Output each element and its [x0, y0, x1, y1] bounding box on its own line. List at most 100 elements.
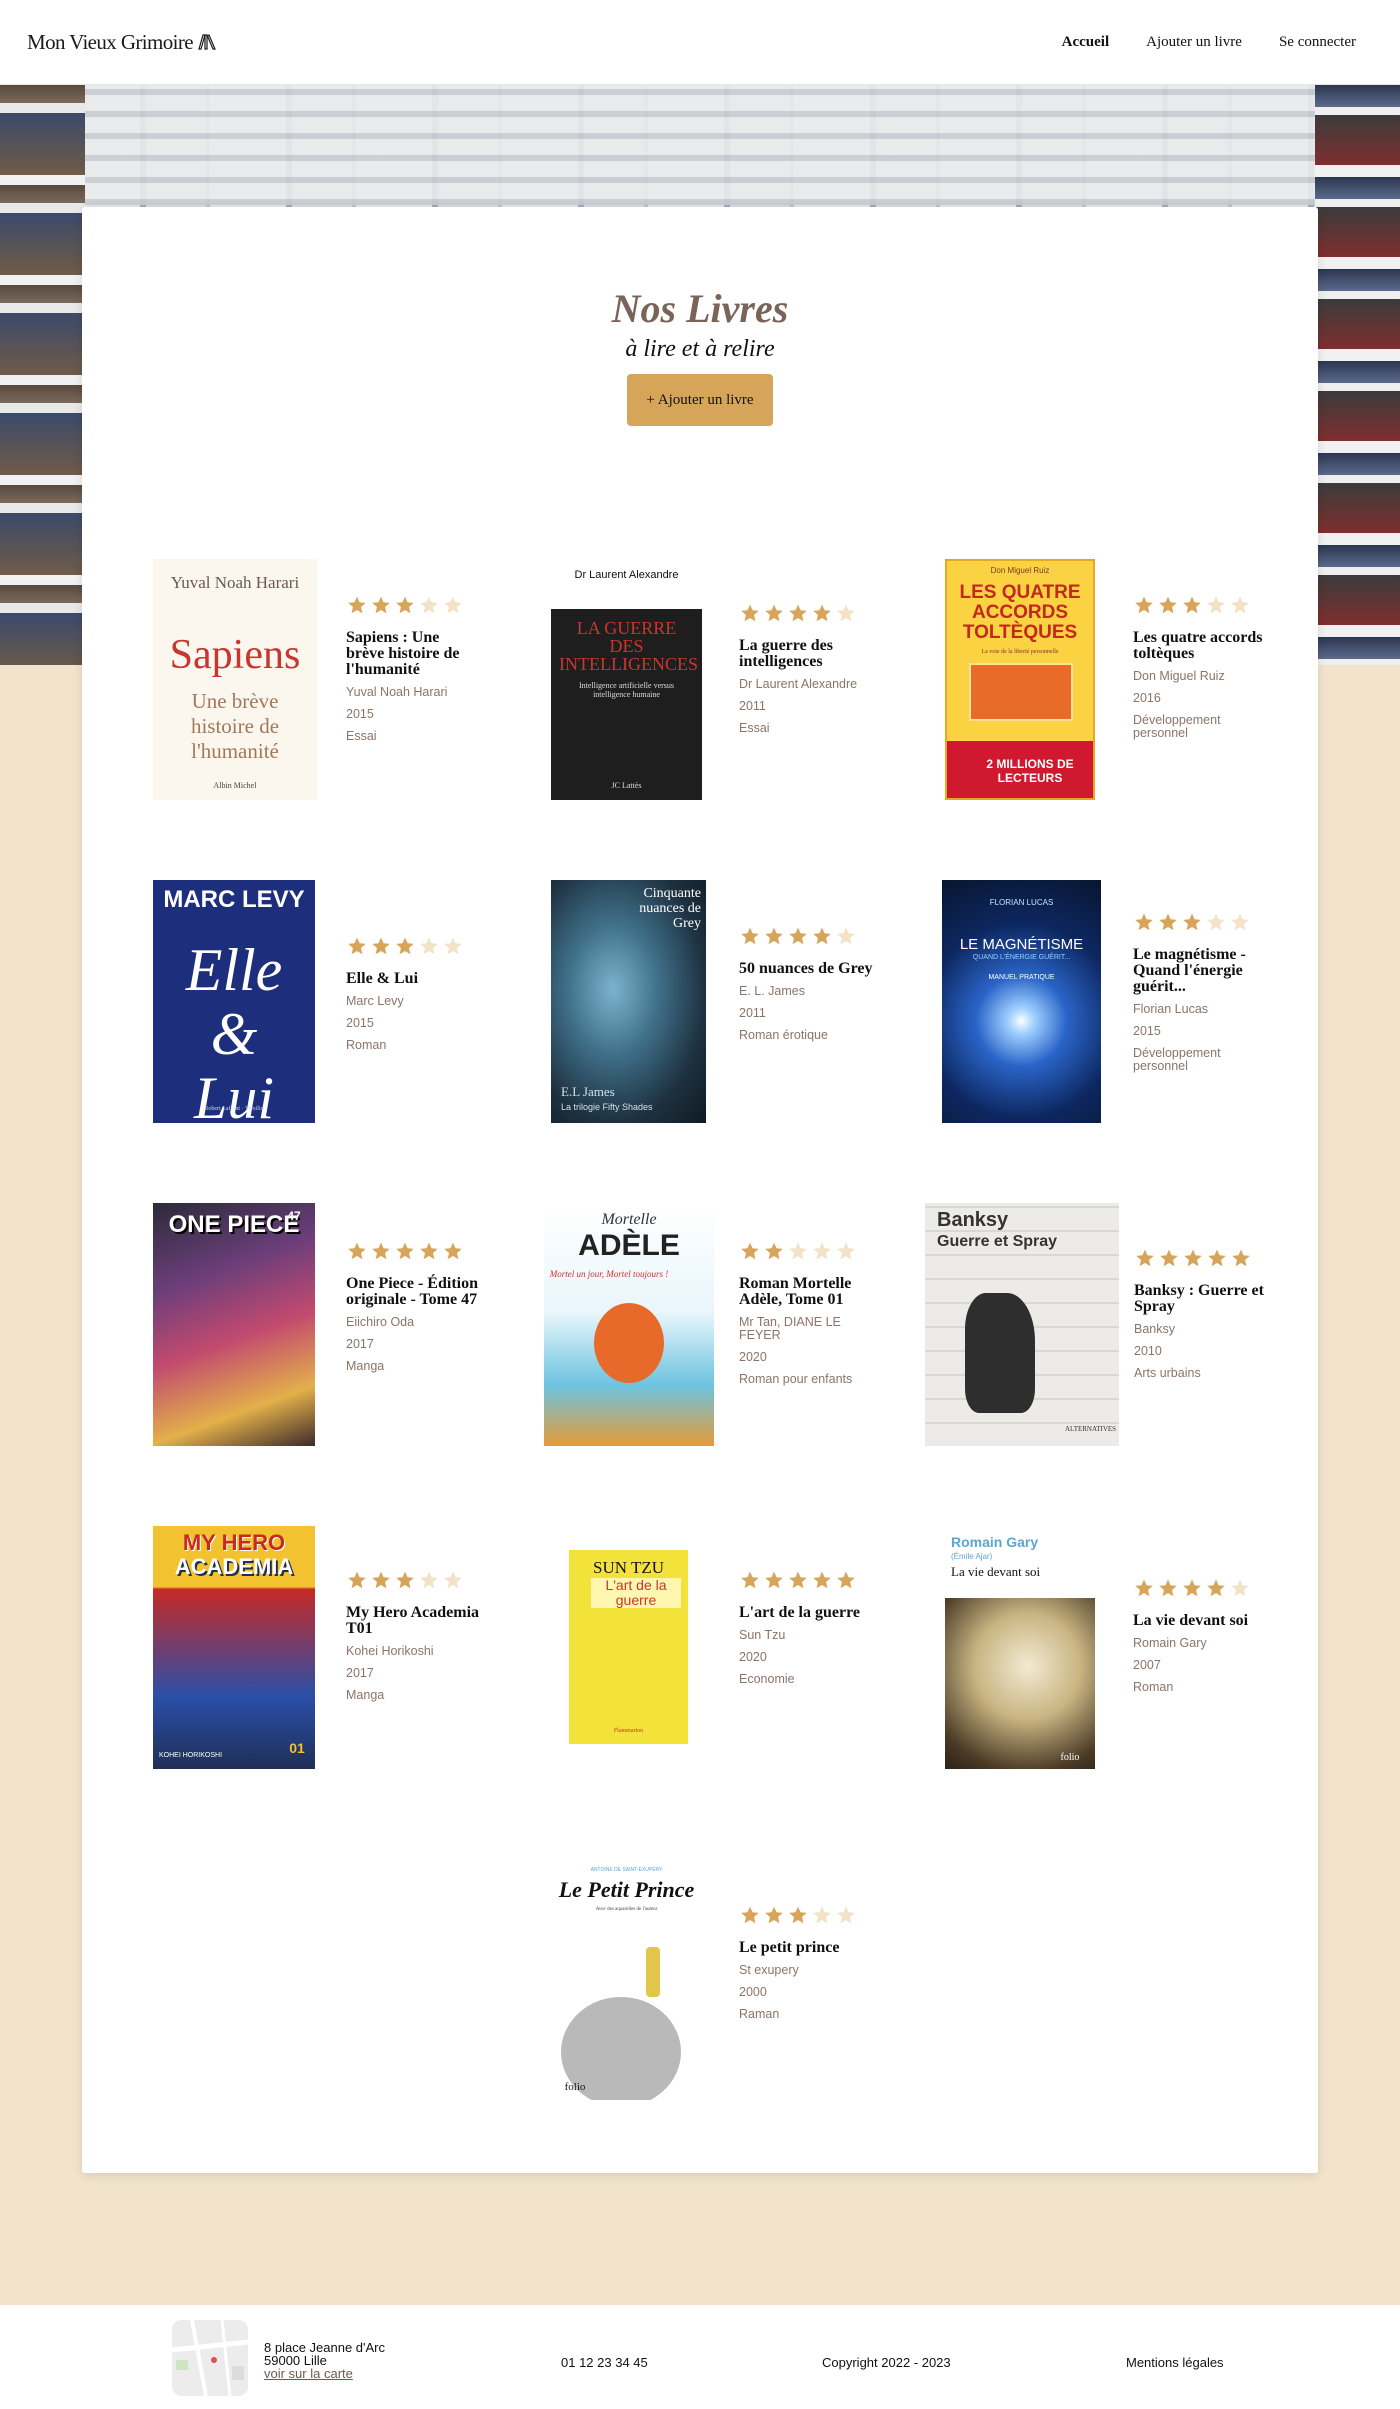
book-card[interactable]: FLORIAN LUCAS LE MAGNÉTISME QUAND L'ÉNER… [942, 880, 1302, 1130]
book-card[interactable]: MY HERO ACADEMIA KOHEI HORIKOSHI 01 My H… [153, 1526, 513, 1776]
star-empty-icon [420, 937, 438, 955]
page-subtitle: à lire et à relire [625, 336, 775, 362]
book-title: L'art de la guerre [739, 1604, 861, 1621]
rating-stars [346, 936, 481, 957]
cover-title: Sapiens [169, 632, 301, 678]
book-year: 2017 [346, 1666, 374, 1680]
star-filled-icon [1159, 1579, 1177, 1597]
book-author: Don Miguel Ruiz [1133, 669, 1225, 683]
legal-notice-link[interactable]: Mentions légales [1126, 2355, 1224, 2370]
book-card[interactable]: Cinquante nuances de Grey E.L James La t… [551, 880, 911, 1130]
book-genre: Roman [1133, 1680, 1174, 1694]
star-filled-icon [765, 1242, 783, 1260]
book-info: Sapiens : Une brève histoire de l'humani… [346, 595, 481, 752]
cover-subtitle: Une brève histoire de l'humanité [190, 689, 280, 763]
rating-stars [346, 1570, 481, 1591]
book-author: Dr Laurent Alexandre [739, 677, 858, 691]
book-genre: Roman érotique [739, 1028, 828, 1042]
book-info: Le magnétisme - Quand l'énergie guérit..… [1133, 912, 1268, 1082]
book-card[interactable]: Mortelle ADÈLE Mortel un jour, Mortel to… [544, 1203, 904, 1453]
footer-phone: 01 12 23 34 45 [561, 2355, 648, 2370]
cover-photo [945, 1598, 1095, 1769]
star-empty-icon [1231, 913, 1249, 931]
cover-author: Yuval Noah Harari [170, 573, 300, 592]
footer-address: 8 place Jeanne d'Arc 59000 Lille voir su… [264, 2341, 385, 2380]
book-year: 2015 [346, 707, 374, 721]
cover-prince [646, 1947, 660, 1997]
star-filled-icon [1232, 1249, 1250, 1267]
cover-subtitle: La voie de la liberté personnelle [981, 649, 1059, 655]
star-filled-icon [1159, 913, 1177, 931]
site-logo[interactable]: Mon Vieux Grimoire [27, 30, 217, 55]
book-title: My Hero Academia T01 [346, 1604, 480, 1637]
star-filled-icon [765, 1906, 783, 1924]
book-card[interactable]: Dr Laurent Alexandre LA GUERRE DES INTEL… [551, 559, 911, 809]
book-card[interactable]: SUN TZU L'art de la guerre Flammarion L'… [551, 1526, 911, 1776]
nav-add-book[interactable]: Ajouter un livre [1146, 34, 1242, 51]
star-filled-icon [396, 1571, 414, 1589]
book-title: Les quatre accords toltèques [1133, 629, 1263, 662]
star-filled-icon [789, 1906, 807, 1924]
star-empty-icon [837, 604, 855, 622]
add-book-button[interactable]: + Ajouter un livre [627, 374, 773, 426]
cover-title: LE MAGNÉTISME [959, 936, 1084, 953]
book-author: Romain Gary [1133, 1636, 1207, 1650]
book-card[interactable]: MARC LEVY Elle & Lui Robert Laffont · Ve… [153, 880, 513, 1130]
cover-title: L'art de la guerre [591, 1578, 681, 1608]
star-filled-icon [1159, 596, 1177, 614]
book-card[interactable]: Banksy Guerre et Spray ALTERNATIVES Bank… [925, 1203, 1285, 1453]
book-year: 2007 [1133, 1658, 1161, 1672]
book-card[interactable]: Don Miguel Ruiz LES QUATRE ACCORDS TOLTÈ… [945, 559, 1305, 809]
cover-title: Le Petit Prince [558, 1877, 695, 1902]
star-filled-icon [396, 1242, 414, 1260]
book-year: 2011 [739, 699, 766, 713]
rating-stars [739, 1570, 874, 1591]
book-author: Florian Lucas [1133, 1002, 1209, 1016]
book-title: Roman Mortelle Adèle, Tome 01 [739, 1275, 852, 1308]
cover-volume: 47 [287, 1209, 301, 1223]
cover-title: LES QUATRE ACCORDS TOLTÈQUES [959, 582, 1081, 643]
book-genre: Arts urbains [1134, 1366, 1201, 1380]
star-empty-icon [813, 1242, 831, 1260]
book-card[interactable]: Romain Gary (Émile Ajar) La vie devant s… [945, 1526, 1305, 1776]
map-thumbnail[interactable] [172, 2320, 248, 2396]
book-info: One Piece - Édition originale - Tome 47 … [346, 1241, 481, 1382]
book-author: Mr Tan, DIANE LE FEYER [739, 1315, 841, 1342]
map-link[interactable]: voir sur la carte [264, 2366, 353, 2381]
cover-author: MARC LEVY [163, 886, 305, 913]
book-cover: Cinquante nuances de Grey E.L James La t… [551, 880, 706, 1123]
book-title: 50 nuances de Grey [739, 960, 873, 977]
book-author: St exupery [739, 1963, 799, 1977]
book-cover: Romain Gary (Émile Ajar) La vie devant s… [945, 1526, 1095, 1769]
book-author: E. L. James [739, 984, 805, 998]
cover-author: FLORIAN LUCAS [989, 898, 1054, 907]
rating-stars [346, 595, 481, 616]
book-genre: Essai [739, 721, 770, 735]
nav-login[interactable]: Se connecter [1279, 34, 1356, 51]
book-cover: ONE PIECE 47 [153, 1203, 315, 1446]
cover-author: ANTOINE DE SAINT-EXUPÉRY [590, 1867, 663, 1873]
cover-title: La vie devant soi [951, 1564, 1041, 1579]
cover-title: Cinquante nuances de Grey [639, 886, 701, 931]
book-info: Elle & Lui Marc Levy 2015 Roman [346, 936, 481, 1061]
book-cover: SUN TZU L'art de la guerre Flammarion [569, 1550, 688, 1744]
nav-home[interactable]: Accueil [1062, 34, 1109, 51]
cover-publisher: ALTERNATIVES [1065, 1425, 1117, 1433]
book-year: 2020 [739, 1650, 767, 1664]
book-card[interactable]: Yuval Noah Harari Sapiens Une brève hist… [153, 559, 513, 809]
cover-series: La trilogie Fifty Shades [561, 1102, 653, 1112]
book-card[interactable]: ANTOINE DE SAINT-EXUPÉRY Le Petit Prince… [551, 1857, 911, 2107]
star-filled-icon [765, 604, 783, 622]
star-filled-icon [396, 937, 414, 955]
book-year: 2017 [346, 1337, 374, 1351]
star-empty-icon [444, 596, 462, 614]
star-filled-icon [1183, 1579, 1201, 1597]
book-card[interactable]: ONE PIECE 47 One Piece - Édition origina… [153, 1203, 513, 1453]
book-year: 2020 [739, 1350, 767, 1364]
star-empty-icon [1207, 913, 1225, 931]
books-card: Nos Livres à lire et à relire + Ajouter … [82, 207, 1318, 2173]
star-filled-icon [741, 604, 759, 622]
book-title: La vie devant soi [1133, 1612, 1249, 1629]
cover-title: ACADEMIA [174, 1554, 294, 1579]
star-filled-icon [789, 1571, 807, 1589]
